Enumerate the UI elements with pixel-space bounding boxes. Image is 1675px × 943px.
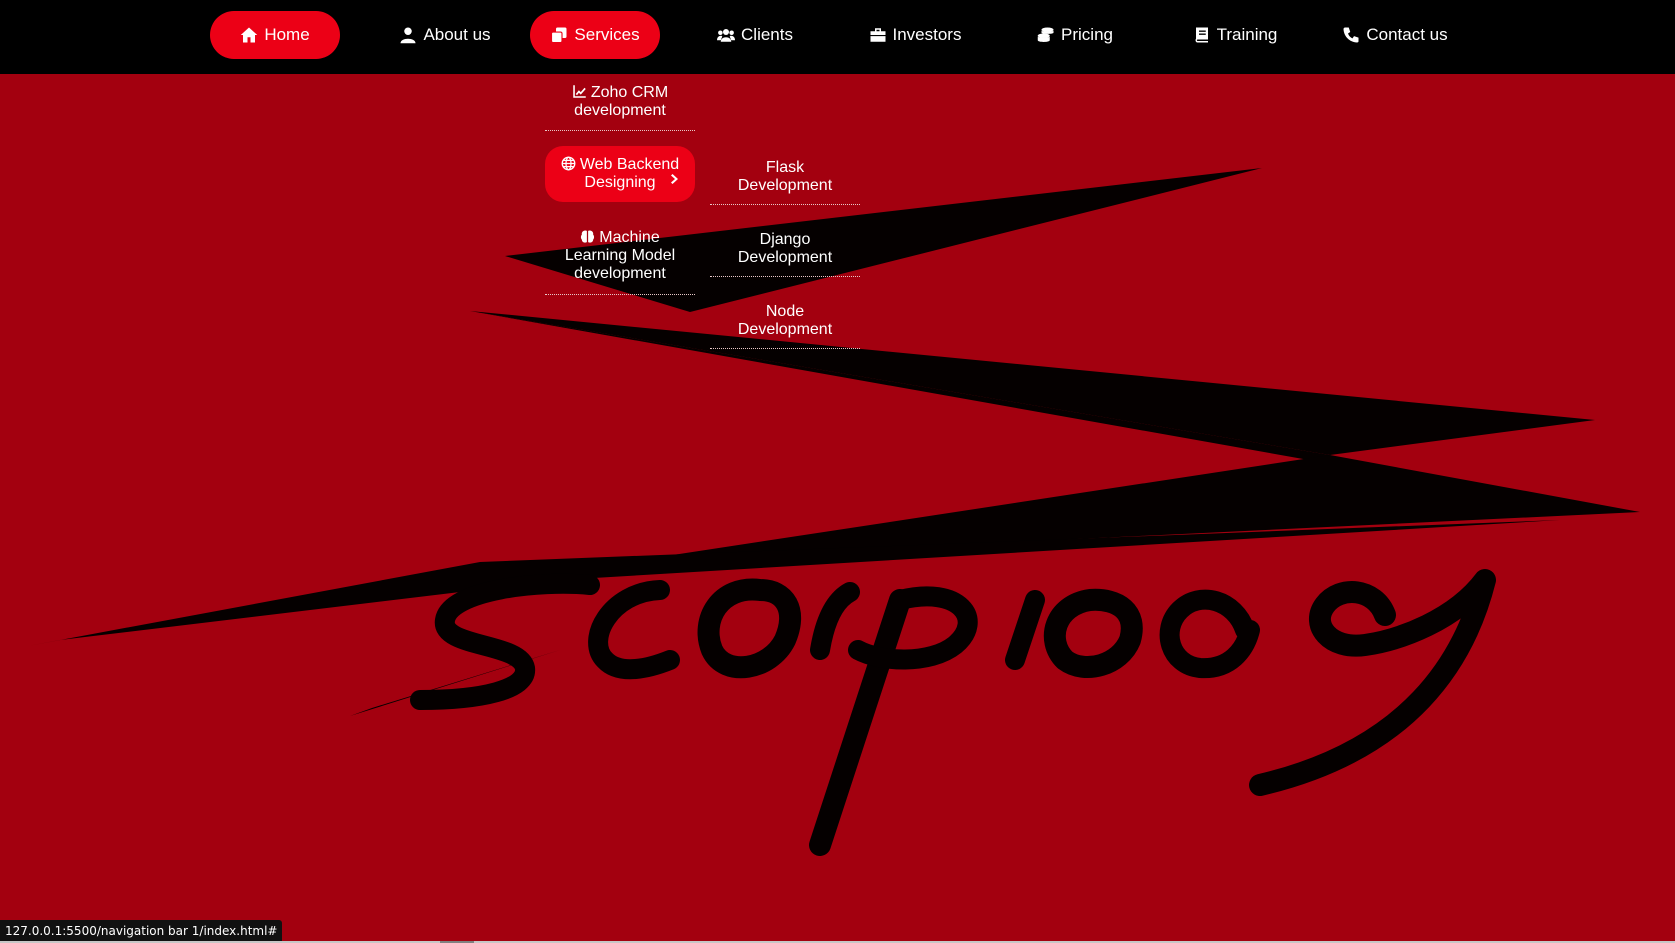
dropdown-item-label: Zoho CRM [590,84,669,101]
dropdown-item-web-backend[interactable]: Web Backend Designing [545,146,695,202]
submenu-item-flask[interactable]: Flask Development [710,150,860,205]
dropdown-item-machine-learning[interactable]: Machine Learning Model development [545,218,695,295]
nav-about-us-label: About us [423,25,491,44]
user-icon [400,27,416,44]
submenu-item-django[interactable]: Django Development [710,222,860,277]
submenu-item-label: Node [765,303,805,320]
dropdown-item-label: development [574,265,666,282]
book-icon [1195,27,1208,43]
nav-investors[interactable]: Investors [850,11,980,59]
coins-icon [1037,27,1054,42]
nav-services-label: Services [574,25,640,44]
nav-services[interactable]: Services [530,11,660,59]
nav-contact-us[interactable]: Contact us [1330,11,1460,59]
brain-icon [581,230,595,243]
dropdown-item-label: development [574,102,666,119]
dropdown-item-label: Learning Model [564,247,676,264]
nav-home-label: Home [264,25,310,44]
nav-training[interactable]: Training [1170,11,1300,59]
nav-about-us[interactable]: About us [380,11,510,59]
nav-clients[interactable]: Clients [690,11,820,59]
submenu-item-label: Development [737,249,833,266]
nav-clients-label: Clients [741,25,793,44]
dropdown-item-label: Machine [599,229,660,246]
home-icon [241,27,258,43]
submenu-item-label: Development [737,321,833,338]
briefcase-icon [870,28,885,42]
submenu-item-label: Django [759,231,811,248]
chevron-right-icon [671,174,678,184]
submenu-item-label: Flask [765,159,805,176]
users-icon [717,29,736,42]
browser-status-url: 127.0.0.1:5500/navigation bar 1/index.ht… [0,920,283,942]
dropdown-item-label: Web Backend [579,156,680,173]
nav-contact-us-label: Contact us [1366,25,1448,44]
submenu-item-node[interactable]: Node Development [710,294,860,349]
nav-pricing-label: Pricing [1061,25,1113,44]
nav-home[interactable]: Home [210,11,340,59]
dropdown-item-zoho-crm[interactable]: Zoho CRM development [545,74,695,131]
chart-line-icon [573,85,586,98]
top-navbar: Home About us Services Clients Investors… [0,0,1675,74]
submenu-item-label: Development [737,177,833,194]
nav-investors-label: Investors [892,25,962,44]
clone-icon [551,27,567,44]
phone-icon [1343,27,1359,43]
globe-icon [561,156,576,171]
nav-training-label: Training [1216,25,1278,44]
nav-pricing[interactable]: Pricing [1010,11,1140,59]
dropdown-item-label: Designing [584,174,656,191]
